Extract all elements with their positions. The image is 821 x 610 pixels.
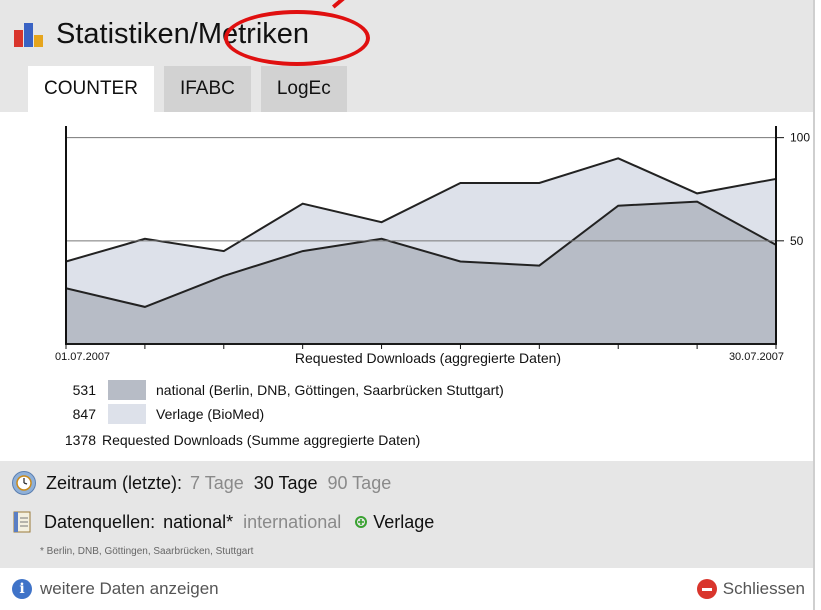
sources-footnote: * Berlin, DNB, Göttingen, Saarbrücken, S… xyxy=(40,546,254,557)
period-option-90[interactable]: 90 Tage xyxy=(327,473,391,494)
downloads-chart: 01.07.2007 30.07.2007 Requested Download… xyxy=(0,112,813,379)
minus-circle-icon xyxy=(696,579,717,599)
more-data-link[interactable]: i weitere Daten anzeigen xyxy=(12,579,219,599)
period-label: Zeitraum (letzte): xyxy=(46,472,183,493)
period-option-30[interactable]: 30 Tage xyxy=(254,473,318,494)
close-label: Schliessen xyxy=(722,579,805,598)
tab-logec[interactable]: LogEc xyxy=(260,66,347,112)
source-international[interactable]: international xyxy=(243,512,341,533)
panel-header: Statistiken/Metriken COUNTER IFABC LogEc xyxy=(0,0,813,112)
x-tick-label-end: 30.07.2007 xyxy=(729,351,784,363)
tab-ifabc[interactable]: IFABC xyxy=(163,66,251,112)
legend-label: Verlage (BioMed) xyxy=(156,406,265,422)
source-verlage[interactable]: Verlage xyxy=(373,512,434,533)
close-button[interactable]: Schliessen xyxy=(696,579,805,599)
source-national[interactable]: national* xyxy=(163,512,233,533)
period-row: Zeitraum (letzte): 7 Tage 30 Tage 90 Tag… xyxy=(12,471,401,495)
plus-circle-icon[interactable] xyxy=(355,516,368,528)
legend-count: 531 xyxy=(72,382,96,398)
legend-label: national (Berlin, DNB, Göttingen, Saarbr… xyxy=(156,382,504,398)
more-data-label: weitere Daten anzeigen xyxy=(40,579,219,598)
notepad-icon xyxy=(12,510,32,534)
clock-icon xyxy=(12,471,36,495)
chart-canvas: 01.07.2007 30.07.2007 Requested Download… xyxy=(55,126,810,366)
bar-chart-icon xyxy=(12,19,48,49)
tab-counter[interactable]: COUNTER xyxy=(28,66,154,112)
legend-item-national: 531 national (Berlin, DNB, Göttingen, Sa… xyxy=(0,378,504,402)
panel-footer: i weitere Daten anzeigen Schliessen xyxy=(0,570,813,610)
y-ticks xyxy=(776,137,784,242)
x-tick-label-start: 01.07.2007 xyxy=(55,351,110,363)
statistics-panel: Statistiken/Metriken COUNTER IFABC LogEc… xyxy=(0,0,815,610)
annotation-stroke xyxy=(331,0,357,9)
y-tick-label-100: 100 xyxy=(790,131,810,145)
legend-swatch-verlage xyxy=(108,404,146,424)
legend-count: 1378 xyxy=(64,432,96,448)
legend-label: Requested Downloads (Summe aggregierte D… xyxy=(102,432,421,448)
sources-row: Datenquellen: national* international Ve… xyxy=(12,510,444,534)
x-axis-label: Requested Downloads (aggregierte Daten) xyxy=(295,350,561,366)
period-option-7[interactable]: 7 Tage xyxy=(190,473,244,494)
info-icon: i xyxy=(12,579,32,599)
options-panel: Zeitraum (letzte): 7 Tage 30 Tage 90 Tag… xyxy=(0,461,813,568)
legend-count: 847 xyxy=(72,406,96,422)
legend-item-total: 1378 Requested Downloads (Summe aggregie… xyxy=(0,428,420,452)
y-tick-label-50: 50 xyxy=(790,234,804,248)
legend-swatch-national xyxy=(108,380,146,400)
legend-item-verlage: 847 Verlage (BioMed) xyxy=(0,402,264,426)
tab-bar: COUNTER IFABC LogEc xyxy=(28,66,357,112)
sources-label: Datenquellen: xyxy=(44,511,156,532)
annotation-circle xyxy=(224,10,370,66)
